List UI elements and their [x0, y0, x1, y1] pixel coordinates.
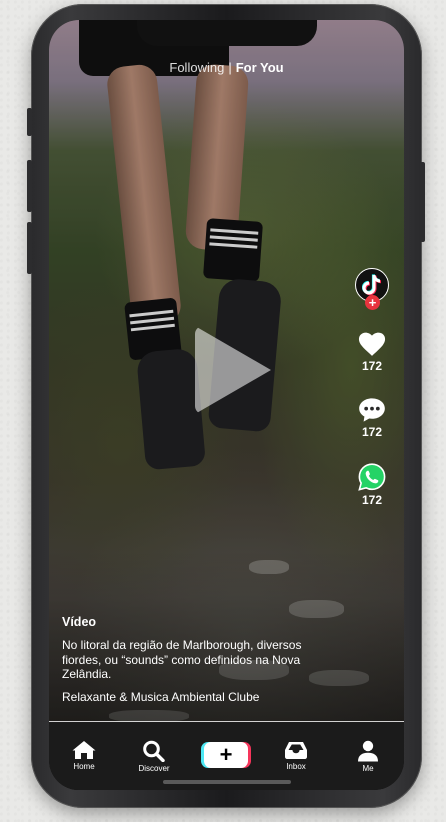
nav-inbox[interactable]: Inbox	[271, 740, 321, 771]
whatsapp-icon	[358, 463, 386, 491]
power-button	[420, 162, 425, 242]
video-title: Vídeo	[62, 615, 97, 629]
video-caption: Vídeo No litoral da região de Marlboroug…	[62, 615, 332, 704]
home-icon	[72, 741, 96, 759]
comment-count: 172	[361, 425, 383, 439]
nav-discover-label: Discover	[138, 764, 170, 773]
like-button[interactable]: 172	[352, 332, 392, 373]
mute-switch	[27, 108, 32, 136]
profile-icon	[358, 740, 378, 762]
plus-icon: +	[204, 742, 248, 768]
search-icon	[143, 740, 165, 762]
play-icon[interactable]	[195, 326, 271, 414]
nav-discover[interactable]: Discover	[129, 740, 179, 773]
feed-tabs: Following | For You	[49, 60, 404, 75]
nav-inbox-label: Inbox	[286, 762, 306, 771]
creator-avatar[interactable]: +	[355, 268, 389, 310]
comment-button[interactable]: 172	[352, 397, 392, 439]
home-indicator	[163, 780, 291, 784]
notch	[137, 20, 317, 46]
nav-me[interactable]: Me	[343, 740, 393, 773]
comment-icon	[359, 398, 385, 422]
screen: Following | For You + 172 172 172 Vídeo …	[49, 20, 404, 790]
tab-following[interactable]: Following	[169, 60, 224, 75]
heart-icon	[358, 332, 386, 356]
create-button[interactable]: +	[201, 742, 251, 768]
nav-home-label: Home	[73, 762, 95, 771]
bottom-nav: Home Discover + Inbox Me	[49, 722, 404, 790]
share-button[interactable]: 172	[352, 463, 392, 507]
tab-separator: |	[228, 60, 232, 75]
music-label[interactable]: Relaxante & Musica Ambiental Clube	[62, 690, 332, 704]
nav-me-label: Me	[362, 764, 374, 773]
action-rail: + 172 172 172	[352, 268, 392, 507]
volume-up-button	[27, 160, 32, 212]
volume-down-button	[27, 222, 32, 274]
tab-for-you[interactable]: For You	[236, 60, 284, 75]
like-count: 172	[361, 359, 383, 373]
share-count: 172	[361, 493, 383, 507]
follow-plus-icon[interactable]: +	[365, 295, 380, 310]
nav-home[interactable]: Home	[59, 740, 109, 771]
video-description: No litoral da região de Marlborough, div…	[62, 638, 302, 681]
inbox-icon	[285, 742, 307, 759]
tiktok-logo-icon	[362, 274, 381, 296]
